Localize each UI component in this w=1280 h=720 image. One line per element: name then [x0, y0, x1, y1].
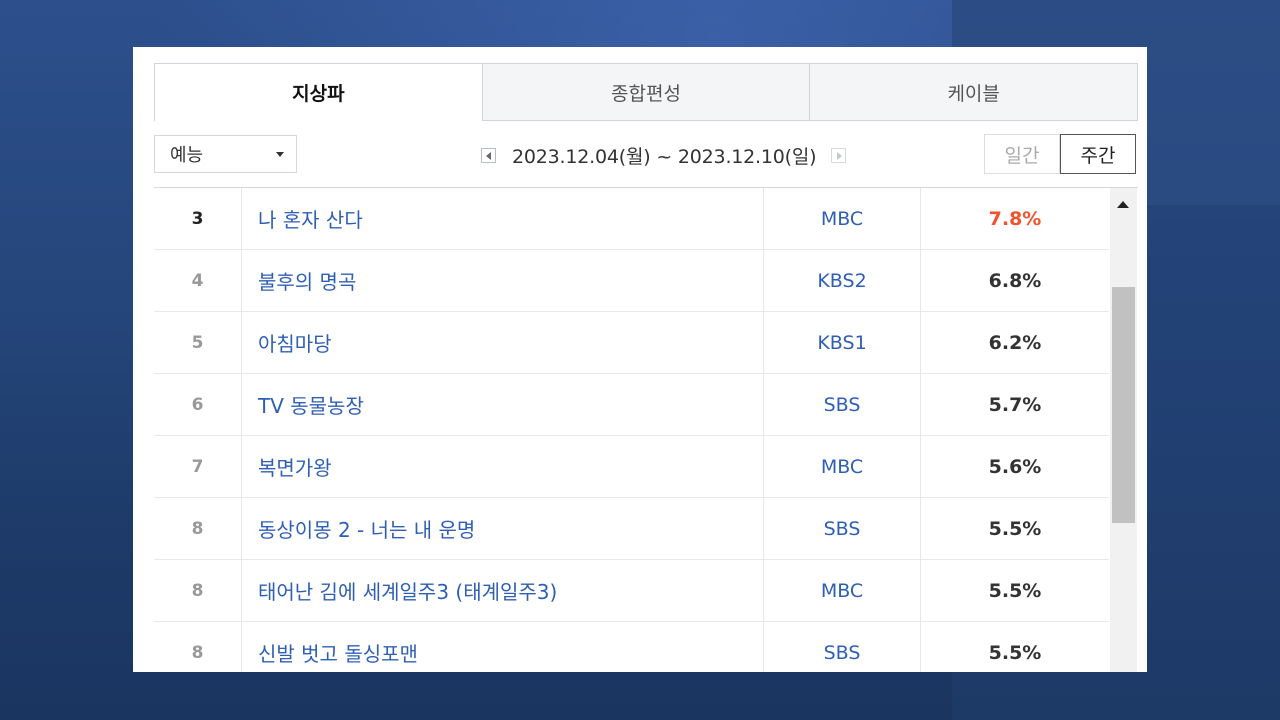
table-row: 8 동상이몽 2 - 너는 내 운명 SBS 5.5% [154, 498, 1109, 560]
rank-cell: 8 [154, 622, 242, 672]
scrollbar-thumb[interactable] [1112, 287, 1135, 523]
program-title-link[interactable]: 동상이몽 2 - 너는 내 운명 [242, 498, 764, 559]
rating-cell: 5.5% [988, 579, 1042, 602]
rating-cell: 5.5% [988, 517, 1042, 540]
rank-cell: 3 [154, 188, 242, 249]
date-range: 2023.12.04(월) ~ 2023.12.10(일) [512, 145, 817, 168]
program-title-link[interactable]: 불후의 명곡 [242, 250, 764, 311]
table-row: 8 태어난 김에 세계일주3 (태계일주3) MBC 5.5% [154, 560, 1109, 622]
daily-button[interactable]: 일간 [984, 134, 1060, 174]
channel-cell: KBS2 [764, 250, 921, 311]
chevron-down-icon [276, 152, 284, 157]
channel-cell: MBC [764, 436, 921, 497]
ratings-panel: 지상파 종합편성 케이블 예능 2023.12.04(월) ~ 2023.12.… [133, 47, 1147, 672]
rank-cell: 8 [154, 498, 242, 559]
scroll-up-arrow-icon[interactable] [1117, 201, 1129, 208]
rank-cell: 7 [154, 436, 242, 497]
date-navigator: 2023.12.04(월) ~ 2023.12.10(일) [481, 143, 847, 168]
program-title-link[interactable]: 아침마당 [242, 312, 764, 373]
table-row: 7 복면가왕 MBC 5.6% [154, 436, 1109, 498]
scrollbar[interactable] [1110, 188, 1137, 672]
next-arrow-icon[interactable] [831, 147, 847, 163]
channel-cell: SBS [764, 498, 921, 559]
channel-cell: MBC [764, 560, 921, 621]
tab-general-programming[interactable]: 종합편성 [481, 64, 810, 121]
table-row: 3 나 혼자 산다 MBC 7.8% [154, 188, 1109, 250]
genre-select-value: 예능 [170, 145, 204, 166]
channel-cell: MBC [764, 188, 921, 249]
tab-cable[interactable]: 케이블 [809, 64, 1138, 121]
table-row: 5 아침마당 KBS1 6.2% [154, 312, 1109, 374]
prev-arrow-icon[interactable] [481, 147, 496, 163]
tab-terrestrial[interactable]: 지상파 [155, 64, 482, 121]
rank-cell: 4 [154, 250, 242, 311]
table-row: 4 불후의 명곡 KBS2 6.8% [154, 250, 1109, 312]
table-row: 6 TV 동물농장 SBS 5.7% [154, 374, 1109, 436]
rank-cell: 8 [154, 560, 242, 621]
rating-cell: 5.7% [988, 393, 1042, 416]
channel-cell: KBS1 [764, 312, 921, 373]
rating-cell: 6.2% [988, 331, 1042, 354]
weekly-button[interactable]: 주간 [1060, 134, 1136, 174]
program-title-link[interactable]: 태어난 김에 세계일주3 (태계일주3) [242, 560, 764, 621]
program-title-link[interactable]: 신발 벗고 돌싱포맨 [242, 622, 764, 672]
period-toggle: 일간 주간 [984, 134, 1136, 174]
ratings-table: 3 나 혼자 산다 MBC 7.8% 4 불후의 명곡 KBS2 6.8% 5 … [154, 187, 1138, 672]
rating-cell: 5.5% [988, 641, 1042, 664]
broadcast-tabs: 지상파 종합편성 케이블 [154, 63, 1138, 121]
rank-cell: 6 [154, 374, 242, 435]
rating-cell: 5.6% [988, 455, 1042, 478]
genre-select[interactable]: 예능 [154, 135, 297, 173]
table-row: 8 신발 벗고 돌싱포맨 SBS 5.5% [154, 622, 1109, 672]
rating-cell: 7.8% [988, 207, 1042, 230]
program-title-link[interactable]: TV 동물농장 [242, 374, 764, 435]
rank-cell: 5 [154, 312, 242, 373]
rating-cell: 6.8% [988, 269, 1042, 292]
program-title-link[interactable]: 복면가왕 [242, 436, 764, 497]
channel-cell: SBS [764, 622, 921, 672]
program-title-link[interactable]: 나 혼자 산다 [242, 188, 764, 249]
channel-cell: SBS [764, 374, 921, 435]
